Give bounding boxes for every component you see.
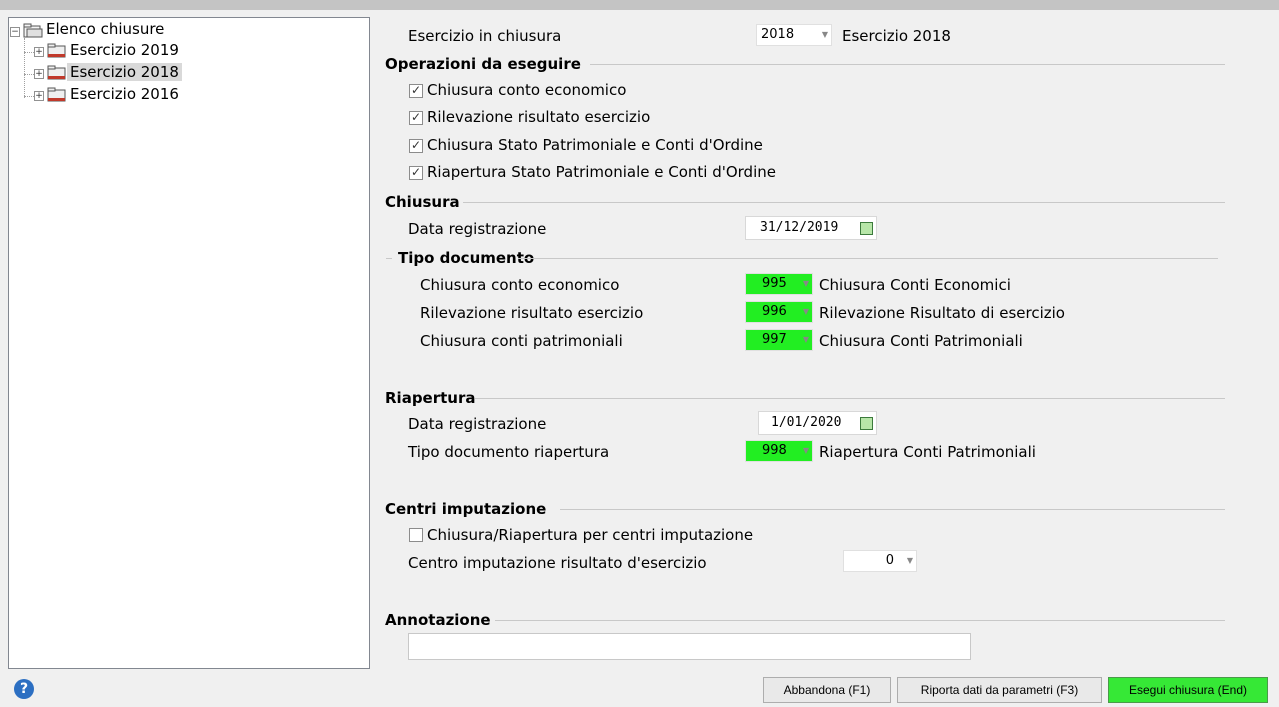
riapertura-date-input[interactable]: 1/01/2020 [758,411,877,435]
divider [518,258,1218,259]
esercizio-label: Esercizio in chiusura [408,27,562,45]
top-strip [0,0,1279,10]
riapertura-tipo-desc: Riapertura Conti Patrimoniali [819,443,1036,461]
expand-icon[interactable]: + [34,91,44,101]
esercizio-description: Esercizio 2018 [842,27,951,45]
abbandona-button[interactable]: Abbandona (F1) [763,677,891,703]
calendar-icon[interactable] [860,417,873,430]
centri-checkbox-label: Chiusura/Riapertura per centri imputazio… [427,526,754,544]
section-operazioni-title: Operazioni da eseguire [385,55,581,73]
op-label: Riapertura Stato Patrimoniale e Conti d'… [427,163,776,181]
help-icon[interactable]: ? [14,679,34,699]
collapse-icon[interactable]: − [10,27,20,37]
op-label: Chiusura conto economico [427,81,627,99]
tipo-label-risultato: Rilevazione risultato esercizio [420,304,644,322]
tree-item-2016[interactable]: Esercizio 2016 [67,85,182,103]
checkbox-chiusura-ce[interactable]: ✓ [409,83,423,98]
divider [475,398,1225,399]
tipo-desc-sp: Chiusura Conti Patrimoniali [819,332,1023,350]
riapertura-tipo-select[interactable]: 998 ▼ [745,440,813,462]
section-centri: Centri imputazione [385,500,1225,518]
esercizio-value: 2018 [761,27,795,42]
section-operazioni: Operazioni da eseguire [385,55,1225,73]
chevron-down-icon: ▼ [802,446,809,455]
chiusura-date-label: Data registrazione [408,220,547,238]
divider [495,620,1225,621]
divider [560,509,1225,510]
check-icon: ✓ [411,165,422,179]
tipo-code-ce: 995 [762,276,787,291]
riporta-button[interactable]: Riporta dati da parametri (F3) [897,677,1102,703]
folder-icon [47,65,66,80]
divider [386,258,392,259]
section-chiusura: Chiusura [385,193,1225,211]
tipo-select-risultato[interactable]: 996 ▼ [745,301,813,323]
folder-open-icon [23,23,43,38]
folder-icon [47,87,66,102]
divider [463,202,1225,203]
section-chiusura-title: Chiusura [385,193,460,211]
chevron-down-icon: ▼ [802,307,809,316]
check-icon: ✓ [411,83,422,97]
riapertura-tipo-label: Tipo documento riapertura [408,443,610,461]
section-centri-title: Centri imputazione [385,500,547,518]
chevron-down-icon: ▼ [906,556,913,565]
section-annotazione-title: Annotazione [385,611,491,629]
expand-icon[interactable]: + [34,47,44,57]
section-tipo-documento: Tipo documento [386,249,1218,267]
tipo-code-risultato: 996 [762,304,787,319]
tipo-desc-risultato: Rilevazione Risultato di esercizio [819,304,1065,322]
checkbox-riapertura-sp[interactable]: ✓ [409,165,423,180]
section-riapertura: Riapertura [385,389,1225,407]
centro-label: Centro imputazione risultato d'esercizio [408,554,707,572]
tree-root-label[interactable]: Elenco chiusure [43,20,167,38]
tipo-select-ce[interactable]: 995 ▼ [745,273,813,295]
divider [590,64,1225,65]
section-riapertura-title: Riapertura [385,389,476,407]
check-icon: ✓ [411,110,422,124]
expand-icon[interactable]: + [34,69,44,79]
tipo-label-ce: Chiusura conto economico [420,276,620,294]
chevron-down-icon: ▼ [802,279,809,288]
chiusura-date-value: 31/12/2019 [760,220,839,235]
section-annotazione: Annotazione [385,611,1225,629]
checkbox-rilevazione[interactable]: ✓ [409,110,423,125]
checkbox-centri[interactable] [409,528,423,542]
riapertura-tipo-code: 998 [762,443,787,458]
calendar-icon[interactable] [860,222,873,235]
centro-value: 0 [885,553,894,568]
tree-item-2019[interactable]: Esercizio 2019 [67,41,182,59]
chevron-down-icon: ▼ [821,30,828,39]
riapertura-date-value: 1/01/2020 [771,415,842,430]
op-label: Chiusura Stato Patrimoniale e Conti d'Or… [427,136,763,154]
chevron-down-icon: ▼ [802,335,809,344]
centro-select[interactable]: 0 ▼ [843,550,917,572]
tipo-label-sp: Chiusura conti patrimoniali [420,332,623,350]
tree-item-2018[interactable]: Esercizio 2018 [67,63,182,81]
riapertura-date-label: Data registrazione [408,415,547,433]
tree-connector [24,38,25,98]
esegui-chiusura-button[interactable]: Esegui chiusura (End) [1108,677,1268,703]
op-label: Rilevazione risultato esercizio [427,108,651,126]
checkbox-chiusura-sp[interactable]: ✓ [409,138,423,153]
chiusura-date-input[interactable]: 31/12/2019 [745,216,877,240]
tipo-select-sp[interactable]: 997 ▼ [745,329,813,351]
closures-tree[interactable]: − Elenco chiusure + Esercizio 2019 + Ese… [8,17,370,669]
tipo-desc-ce: Chiusura Conti Economici [819,276,1011,294]
check-icon: ✓ [411,138,422,152]
annotazione-input[interactable] [408,633,971,660]
section-tipo-title: Tipo documento [398,249,535,267]
esercizio-select[interactable]: 2018 ▼ [756,24,832,46]
tipo-code-sp: 997 [762,332,787,347]
folder-icon [47,43,66,58]
